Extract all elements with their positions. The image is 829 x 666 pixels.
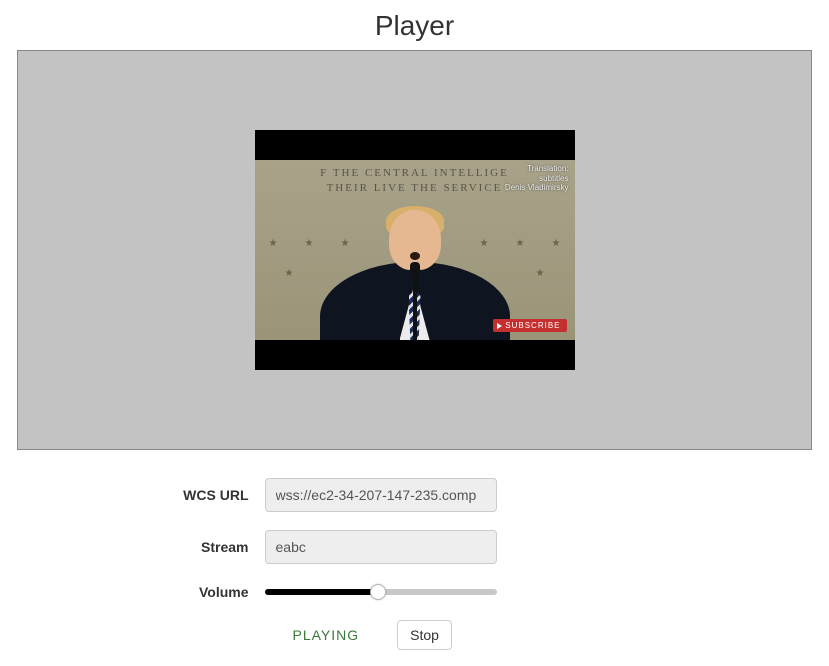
slider-thumb[interactable] [370, 584, 386, 600]
star-icon: ★ [269, 238, 278, 249]
status-row: PLAYING Stop [265, 620, 665, 650]
star-icon: ★ [516, 238, 525, 249]
volume-label: Volume [165, 584, 265, 600]
watermark-line: subtitles [505, 174, 569, 184]
form-area: WCS URL Stream Volume PLAYING Stop [165, 478, 665, 650]
stream-label: Stream [165, 539, 265, 555]
video-watermark: Translation: subtitles Denis Vladimirsky [505, 164, 569, 193]
wcs-url-row: WCS URL [165, 478, 665, 512]
wcs-url-input[interactable] [265, 478, 497, 512]
watermark-line: Translation: [505, 164, 569, 174]
video-frame[interactable]: F THE CENTRAL INTELLIGE THEIR LIVE THE S… [255, 130, 575, 370]
star-icon: ★ [285, 268, 294, 279]
stream-input[interactable] [265, 530, 497, 564]
status-text: PLAYING [265, 627, 360, 643]
video-container: F THE CENTRAL INTELLIGE THEIR LIVE THE S… [17, 50, 812, 450]
volume-slider[interactable] [265, 582, 497, 602]
stream-row: Stream [165, 530, 665, 564]
slider-fill [265, 589, 379, 595]
subscribe-label: SUBSCRIBE [505, 321, 560, 330]
watermark-line: Denis Vladimirsky [505, 183, 569, 193]
star-icon: ★ [305, 238, 314, 249]
stop-button[interactable]: Stop [397, 620, 452, 650]
star-icon: ★ [536, 268, 545, 279]
star-icon: ★ [552, 238, 561, 249]
volume-row: Volume [165, 582, 665, 602]
wcs-url-label: WCS URL [165, 487, 265, 503]
video-content: F THE CENTRAL INTELLIGE THEIR LIVE THE S… [255, 160, 575, 340]
wall-text-line1: F THE CENTRAL INTELLIGE [320, 167, 509, 179]
page-title: Player [0, 0, 829, 50]
play-icon [497, 323, 502, 329]
subscribe-badge[interactable]: SUBSCRIBE [493, 319, 566, 332]
video-person [320, 210, 510, 340]
